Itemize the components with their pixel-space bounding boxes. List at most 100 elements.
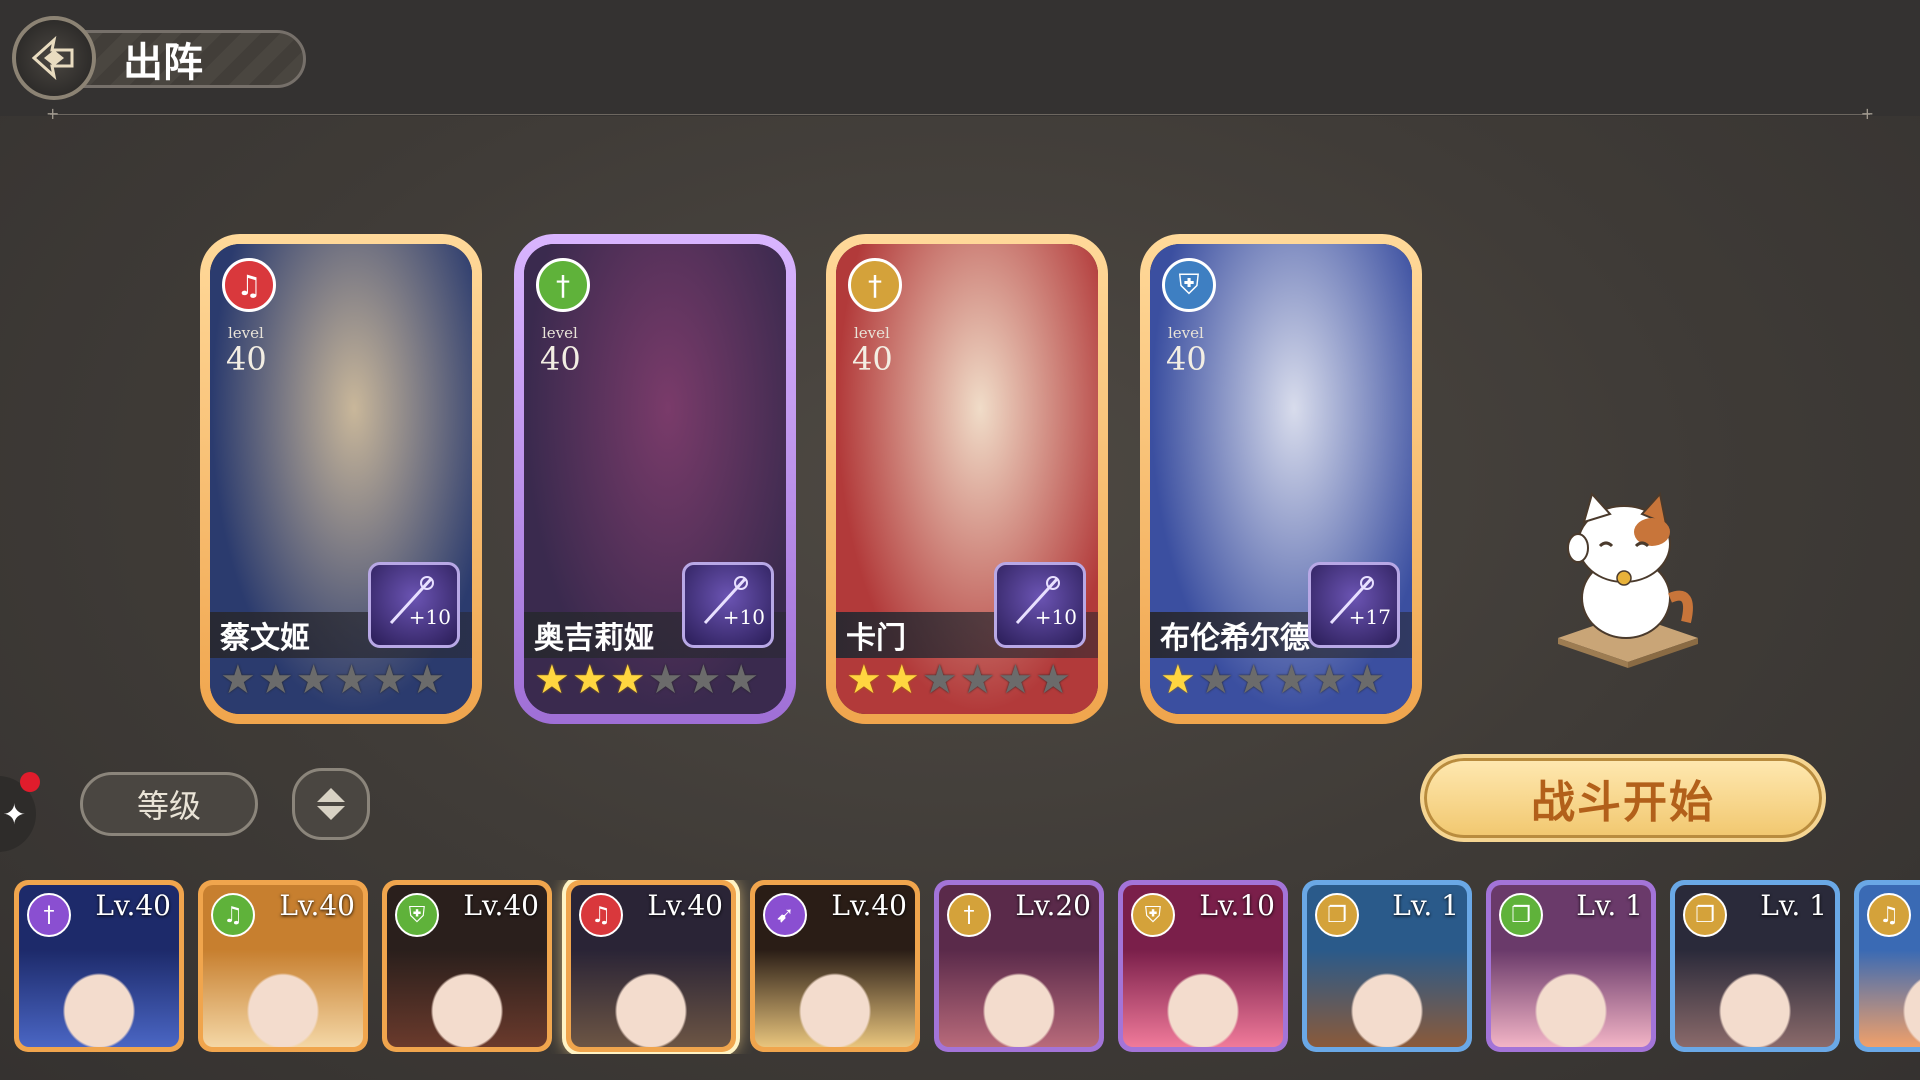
roster-character-card[interactable]: ❐ Lv. 1	[1486, 880, 1656, 1052]
character-portrait	[755, 927, 915, 1047]
weapon-badge[interactable]: +17	[1308, 562, 1400, 648]
sword-icon: †	[27, 893, 71, 937]
star-empty-icon: ★	[295, 657, 332, 703]
team-member-card[interactable]: ⛨ level 40 布伦希尔德 +17 ★ ★ ★ ★ ★ ★	[1140, 234, 1422, 724]
roster-level: Lv.40	[647, 889, 723, 922]
star-filled-icon: ★	[571, 657, 608, 703]
level-value: 40	[1166, 340, 1207, 378]
character-portrait	[203, 927, 363, 1047]
star-empty-icon: ★	[1235, 657, 1272, 703]
book-icon: ❐	[1315, 893, 1359, 937]
back-button[interactable]	[12, 16, 96, 100]
level-value: 40	[226, 340, 267, 378]
bow-icon: ➹	[763, 893, 807, 937]
star-rating: ★ ★ ★ ★ ★ ★	[534, 658, 759, 702]
star-filled-icon: ★	[534, 657, 570, 703]
star-empty-icon: ★	[333, 657, 370, 703]
character-portrait	[1307, 927, 1467, 1047]
star-empty-icon: ★	[1197, 657, 1234, 703]
star-empty-icon: ★	[1349, 657, 1386, 703]
character-name: 卡门	[846, 621, 906, 656]
page-title: 出阵	[123, 40, 203, 86]
sort-order-toggle[interactable]	[292, 768, 370, 840]
lyre-icon: ♫	[211, 893, 255, 937]
level-value: 40	[540, 340, 581, 378]
character-portrait	[1123, 927, 1283, 1047]
character-name: 蔡文姬	[220, 621, 310, 656]
title-plate: 出阵	[80, 30, 306, 88]
character-portrait	[1675, 927, 1835, 1047]
star-rating: ★ ★ ★ ★ ★ ★	[220, 658, 445, 702]
start-battle-label: 战斗开始	[1531, 777, 1715, 828]
sword-icon: †	[848, 258, 902, 312]
roster-character-card[interactable]: ➹ Lv.40	[750, 880, 920, 1052]
roster-level: Lv.40	[831, 889, 907, 922]
character-portrait	[19, 927, 179, 1047]
star-empty-icon: ★	[997, 657, 1034, 703]
character-name: 布伦希尔德	[1160, 621, 1310, 656]
weapon-badge[interactable]: +10	[682, 562, 774, 648]
character-roster[interactable]: † Lv.40 ♫ Lv.40 ⛨ Lv.40 ♫ Lv.40 ➹ Lv.40 …	[14, 880, 1920, 1054]
shield-icon: ⛨	[1162, 258, 1216, 312]
star-empty-icon: ★	[1311, 657, 1348, 703]
weapon-badge[interactable]: +10	[994, 562, 1086, 648]
roster-level: Lv.10	[1199, 889, 1275, 922]
roster-character-card[interactable]: † Lv.40	[14, 880, 184, 1052]
shield-icon: ⛨	[395, 893, 439, 937]
roster-character-card[interactable]: ⛨ Lv.10	[1118, 880, 1288, 1052]
roster-level: Lv. 1	[1576, 889, 1643, 922]
roster-character-card[interactable]: ♫ Lv.40	[198, 880, 368, 1052]
star-empty-icon: ★	[685, 657, 722, 703]
star-filled-icon: ★	[1160, 657, 1196, 703]
team-member-card[interactable]: † level 40 卡门 +10 ★ ★ ★ ★ ★ ★	[826, 234, 1108, 724]
roster-level: Lv. 1	[1392, 889, 1459, 922]
star-empty-icon: ★	[371, 657, 408, 703]
roster-level: Lv.40	[95, 889, 171, 922]
character-portrait	[571, 927, 731, 1047]
sparkle-icon: ✦	[2, 797, 26, 831]
book-icon: ❐	[1683, 893, 1727, 937]
notification-dot	[20, 772, 40, 792]
roster-character-card[interactable]: ♫	[1854, 880, 1920, 1052]
book-icon: ❐	[1499, 893, 1543, 937]
roster-level: Lv.20	[1015, 889, 1091, 922]
team-member-card[interactable]: † level 40 奥吉莉娅 +10 ★ ★ ★ ★ ★ ★	[514, 234, 796, 724]
roster-level: Lv.40	[463, 889, 539, 922]
shield-icon: ⛨	[1131, 893, 1175, 937]
star-empty-icon: ★	[409, 657, 446, 703]
roster-character-card[interactable]: ❐ Lv. 1	[1670, 880, 1840, 1052]
back-arrow-icon	[31, 35, 74, 81]
star-empty-icon: ★	[921, 657, 958, 703]
weapon-refine-level: +10	[722, 605, 765, 629]
sort-by-level-button[interactable]: 等级	[80, 772, 258, 836]
star-rating: ★ ★ ★ ★ ★ ★	[1160, 658, 1385, 702]
roster-character-card[interactable]: ⛨ Lv.40	[382, 880, 552, 1052]
character-name: 奥吉莉娅	[534, 621, 654, 656]
weapon-refine-level: +17	[1348, 605, 1391, 629]
star-empty-icon: ★	[1273, 657, 1310, 703]
lyre-icon: ♫	[579, 893, 623, 937]
star-empty-icon: ★	[647, 657, 684, 703]
star-rating: ★ ★ ★ ★ ★ ★	[846, 658, 1071, 702]
roster-character-card[interactable]: † Lv.20	[934, 880, 1104, 1052]
star-empty-icon: ★	[959, 657, 996, 703]
star-empty-icon: ★	[723, 657, 760, 703]
character-portrait	[939, 927, 1099, 1047]
roster-character-card[interactable]: ♫ Lv.40	[566, 880, 736, 1052]
team-member-card[interactable]: ♫ level 40 蔡文姬 +10 ★ ★ ★ ★ ★ ★	[200, 234, 482, 724]
roster-character-card[interactable]: ❐ Lv. 1	[1302, 880, 1472, 1052]
lucky-cat-icon[interactable]	[1548, 488, 1708, 668]
star-empty-icon: ★	[220, 657, 256, 703]
lyre-icon: ♫	[222, 258, 276, 312]
start-battle-button[interactable]: 战斗开始	[1420, 754, 1826, 842]
star-filled-icon: ★	[883, 657, 920, 703]
star-filled-icon: ★	[846, 657, 882, 703]
level-value: 40	[852, 340, 893, 378]
top-divider	[46, 104, 1874, 123]
sort-arrows-icon	[317, 788, 345, 820]
weapon-badge[interactable]: +10	[368, 562, 460, 648]
star-empty-icon: ★	[257, 657, 294, 703]
sword-icon: †	[947, 893, 991, 937]
character-portrait	[1859, 927, 1920, 1047]
roster-level: Lv. 1	[1760, 889, 1827, 922]
